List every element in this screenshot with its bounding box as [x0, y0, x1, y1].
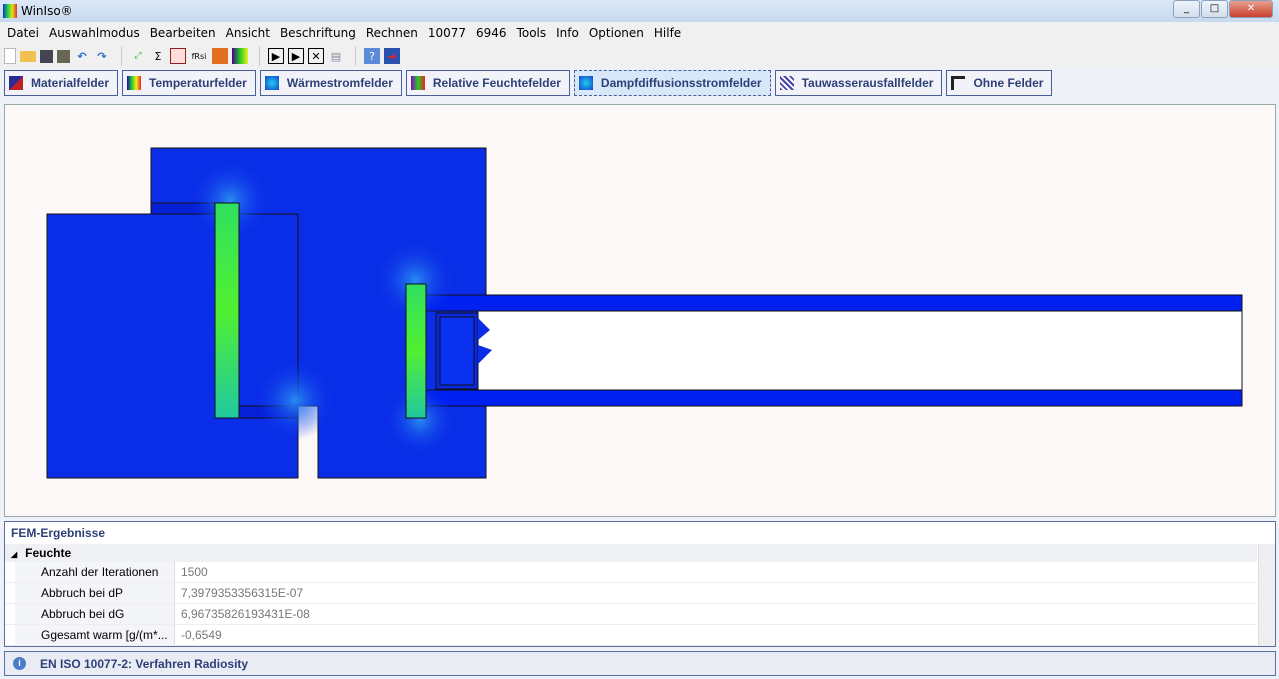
tab-waermestromfelder[interactable]: Wärmestromfelder [259, 70, 402, 96]
collapse-icon[interactable]: ◢ [11, 550, 17, 559]
toolbar: ↶ ↷ ⤢ Σ fRsi ▶ ▶ ✕ ▤ ? ➜ [0, 44, 1279, 68]
menu-beschriftung[interactable]: Beschriftung [275, 26, 361, 40]
field-tabs: Materialfelder Temperaturfelder Wärmestr… [4, 70, 1053, 96]
toolbar-separator [252, 46, 260, 66]
new-file-icon[interactable] [4, 48, 16, 64]
menu-bearbeiten[interactable]: Bearbeiten [145, 26, 221, 40]
property-name: Abbruch bei dP [15, 583, 175, 603]
menu-datei[interactable]: Datei [2, 26, 44, 40]
results-title: FEM-Ergebnisse [11, 526, 106, 540]
info-icon: i [13, 657, 26, 670]
condensation-icon [779, 76, 794, 90]
glass-top-bar [425, 294, 1243, 312]
property-name: Ggesamt warm [g/(m*... [15, 625, 175, 645]
tab-relative-feuchtefelder[interactable]: Relative Feuchtefelder [405, 70, 570, 96]
minimize-button[interactable]: _ [1173, 0, 1200, 18]
undo-icon[interactable]: ↶ [74, 48, 90, 64]
section-icon[interactable] [170, 48, 186, 64]
exit-icon[interactable]: ➜ [384, 48, 400, 64]
open-folder-icon[interactable] [20, 50, 36, 62]
help-icon[interactable]: ? [364, 48, 380, 64]
tab-label: Materialfelder [31, 76, 110, 90]
temperature-field-icon [127, 76, 142, 90]
spacer [439, 316, 475, 386]
redo-icon[interactable]: ↷ [94, 48, 110, 64]
menu-rechnen[interactable]: Rechnen [361, 26, 423, 40]
property-name: Anzahl der Iterationen [15, 562, 175, 582]
calc-all-icon[interactable]: ▶ [288, 48, 304, 64]
menu-ansicht[interactable]: Ansicht [221, 26, 275, 40]
no-field-icon [951, 76, 966, 90]
boundary-icon[interactable] [232, 48, 248, 64]
menu-auswahlmodus[interactable]: Auswahlmodus [44, 26, 145, 40]
vapor-flow-icon [578, 76, 593, 90]
title-bar: WinIso® _ □ ✕ [0, 0, 1279, 22]
property-name: Abbruch bei dG [15, 604, 175, 624]
window-title: WinIso® [21, 4, 73, 18]
save-as-icon[interactable] [57, 49, 70, 63]
zoom-fit-icon[interactable]: ⤢ [130, 48, 146, 64]
insulation-strip [214, 202, 240, 419]
toolbar-separator [348, 46, 356, 66]
humidity-field-icon [410, 76, 425, 90]
table-row: Abbruch bei dP 7,3979353356315E-07 [5, 583, 1257, 604]
status-text: EN ISO 10077-2: Verfahren Radiosity [40, 656, 249, 671]
glazing-cavity [477, 310, 1243, 391]
tab-label: Wärmestromfelder [286, 76, 393, 90]
menu-hilfe[interactable]: Hilfe [649, 26, 686, 40]
drawing-canvas[interactable] [4, 104, 1276, 517]
left-block [46, 213, 299, 479]
material-field-icon [9, 76, 23, 90]
table-row: Anzahl der Iterationen 1500 [5, 562, 1257, 583]
vapor-diffusion-field [46, 147, 1243, 479]
tab-label: Dampfdiffusionsstromfelder [600, 76, 762, 90]
app-icon [3, 4, 17, 18]
tab-label: Relative Feuchtefelder [432, 76, 561, 90]
tab-label: Ohne Felder [973, 76, 1044, 90]
tab-ohne-felder[interactable]: Ohne Felder [946, 70, 1053, 96]
table-row: Abbruch bei dG 6,96735826193431E-08 [5, 604, 1257, 625]
toolbar-separator [114, 46, 122, 66]
status-bar: i EN ISO 10077-2: Verfahren Radiosity [4, 651, 1276, 676]
frsi-icon[interactable]: fRsi [190, 48, 208, 64]
menu-optionen[interactable]: Optionen [584, 26, 649, 40]
tab-label: Temperaturfelder [149, 76, 247, 90]
group-feuchte[interactable]: ◢ Feuchte [5, 544, 1257, 562]
material-icon[interactable] [212, 48, 228, 64]
report-icon[interactable]: ▤ [328, 48, 344, 64]
calc-icon[interactable]: ▶ [268, 48, 284, 64]
tab-materialfelder[interactable]: Materialfelder [4, 70, 119, 96]
insulation-strip [405, 283, 427, 419]
close-button[interactable]: ✕ [1229, 0, 1273, 18]
tab-tauwasserausfallfelder[interactable]: Tauwasserausfallfelder [774, 70, 943, 96]
heat-flow-icon [264, 76, 279, 90]
table-row: Ggesamt warm [g/(m*... -0,6549 [5, 625, 1257, 646]
glass-bottom-bar [425, 389, 1243, 407]
property-value: 1500 [181, 565, 208, 579]
maximize-button[interactable]: □ [1201, 0, 1228, 18]
group-label: Feuchte [25, 546, 72, 560]
property-value: 6,96735826193431E-08 [181, 607, 310, 621]
results-scrollbar[interactable] [1258, 544, 1275, 646]
menu-bar: Datei Auswahlmodus Bearbeiten Ansicht Be… [0, 23, 1279, 43]
property-value: 7,3979353356315E-07 [181, 586, 304, 600]
tab-temperaturfelder[interactable]: Temperaturfelder [122, 70, 256, 96]
fem-results-panel: FEM-Ergebnisse ◢ Feuchte Anzahl der Itera… [4, 521, 1276, 647]
menu-10077[interactable]: 10077 [423, 26, 471, 40]
tab-label: Tauwasserausfallfelder [801, 76, 934, 90]
menu-tools[interactable]: Tools [512, 26, 552, 40]
menu-6946[interactable]: 6946 [471, 26, 512, 40]
sum-icon[interactable]: Σ [150, 48, 166, 64]
delete-mesh-icon[interactable]: ✕ [308, 48, 324, 64]
tab-dampfdiffusionsstromfelder[interactable]: Dampfdiffusionsstromfelder [573, 70, 771, 96]
save-icon[interactable] [40, 49, 53, 63]
menu-info[interactable]: Info [551, 26, 584, 40]
property-value: -0,6549 [181, 628, 222, 642]
